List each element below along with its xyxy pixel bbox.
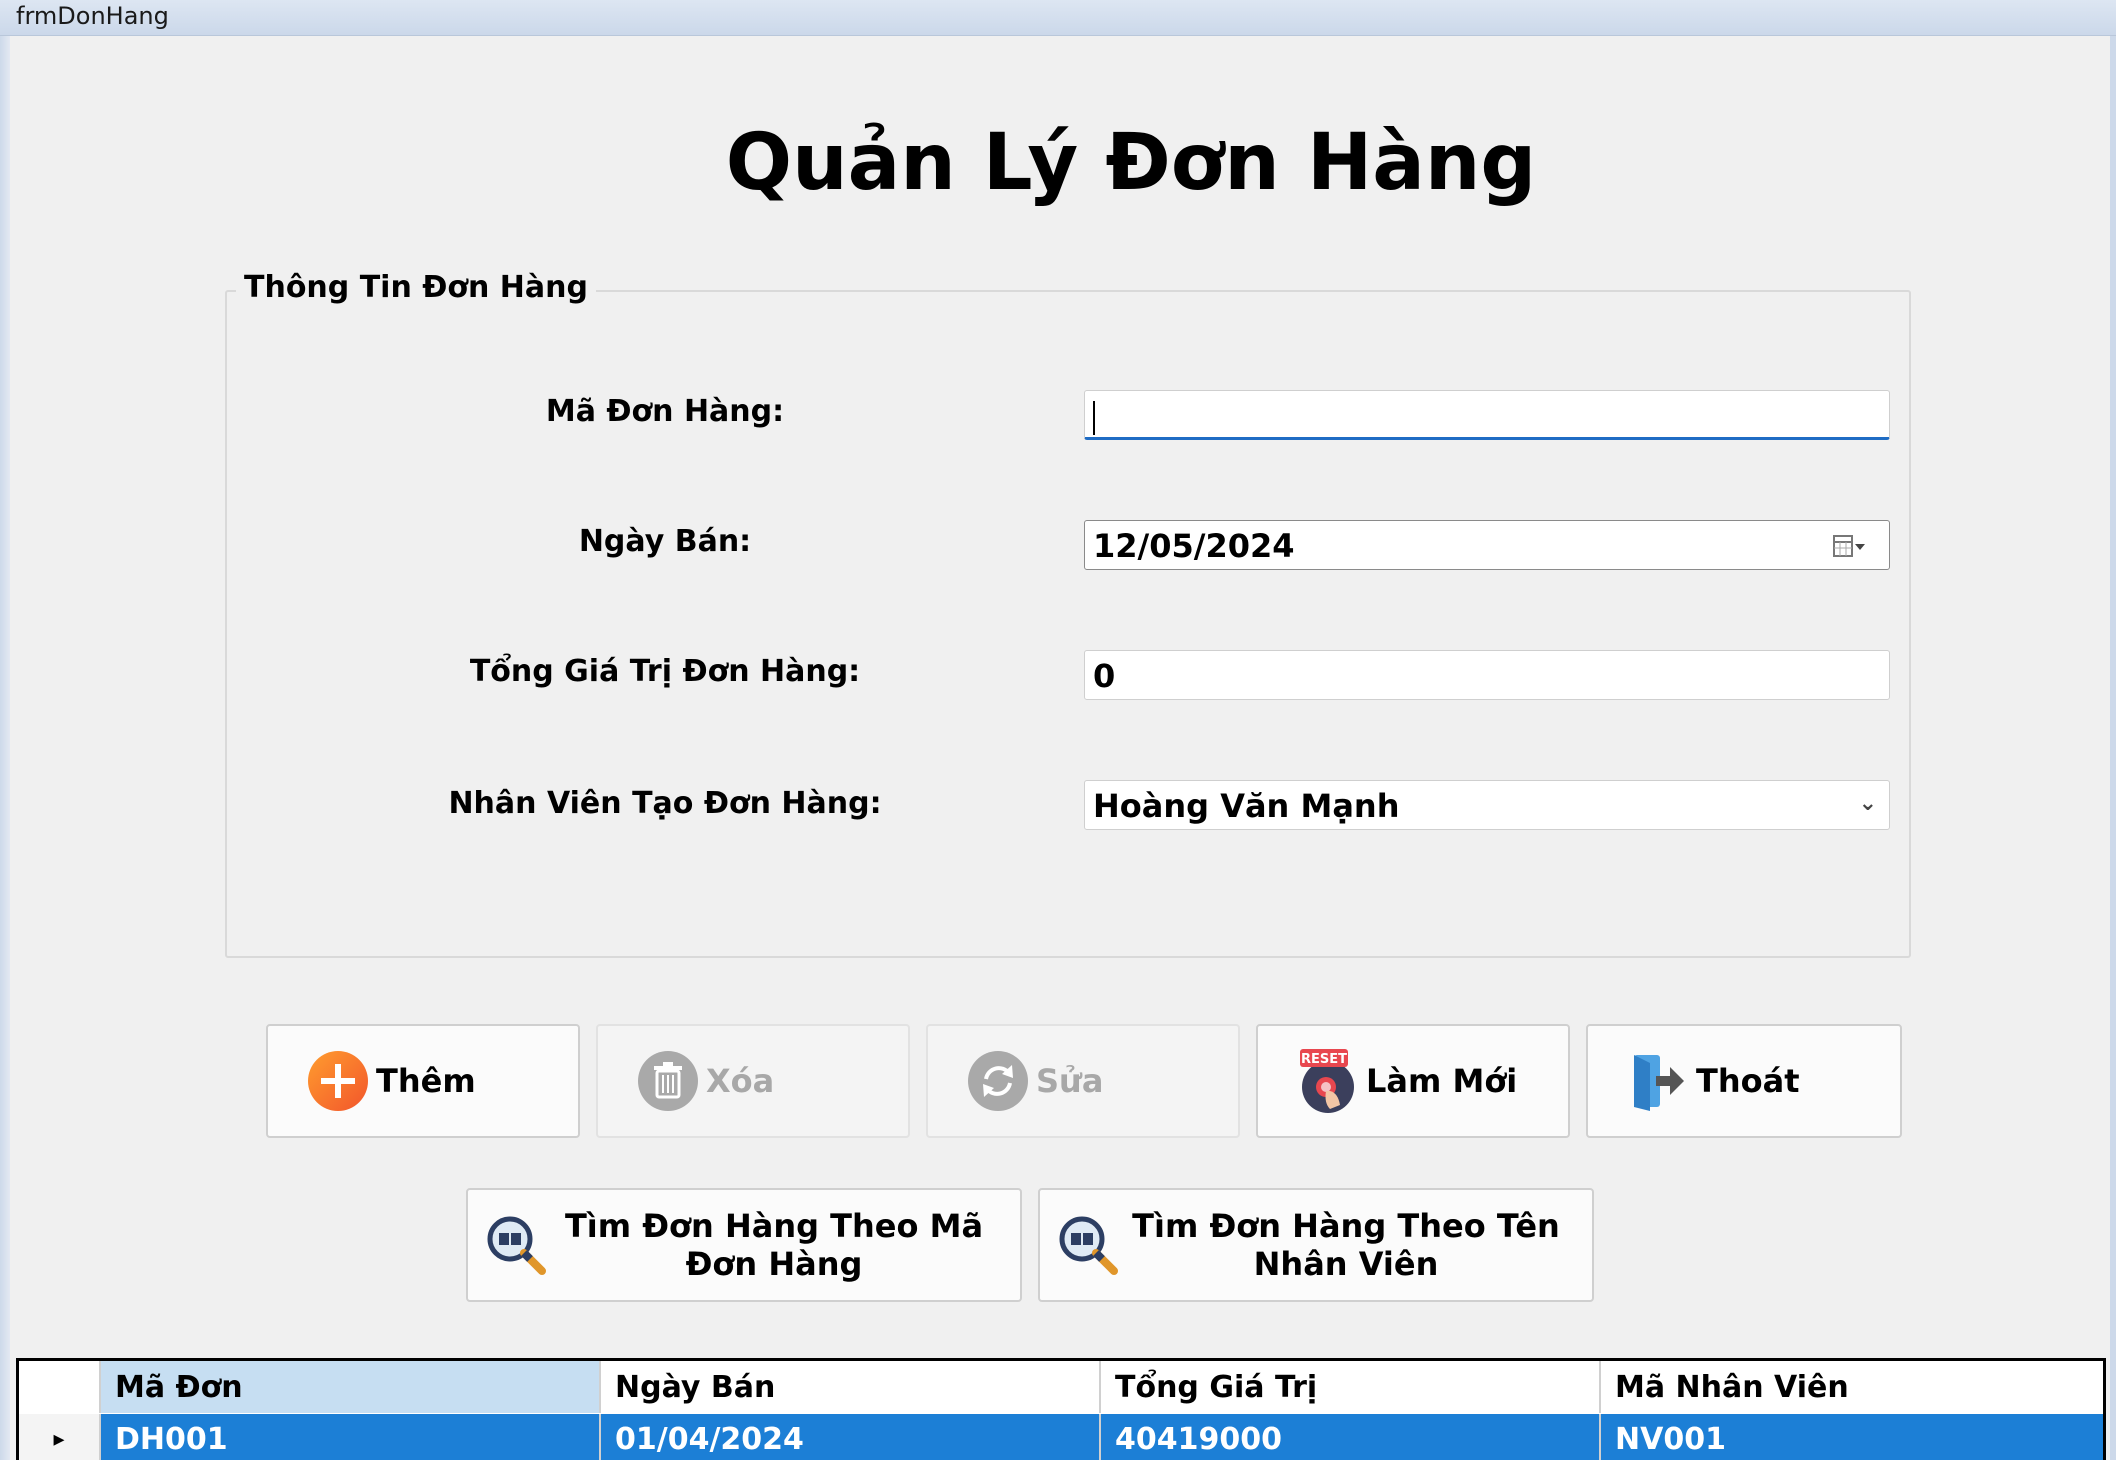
sale-date-value: 12/05/2024 (1093, 527, 1295, 565)
exit-door-icon (1634, 1055, 1684, 1111)
order-management-window: frmDonHang Quản Lý Đơn Hàng Thông Tin Đơ… (0, 0, 2116, 1460)
search-book-icon (487, 1216, 546, 1275)
add-button-label: Thêm (376, 1062, 476, 1100)
delete-button[interactable]: Xóa (596, 1024, 910, 1138)
window-frame-right (2110, 36, 2116, 1460)
page-title: Quản Lý Đơn Hàng (725, 118, 1537, 208)
plus-circle-icon (308, 1051, 368, 1111)
chevron-down-icon[interactable]: ⌄ (1859, 791, 1877, 816)
column-header-sale-date[interactable]: Ngày Bán (601, 1361, 1101, 1413)
trash-icon (638, 1051, 698, 1111)
exit-button[interactable]: Thoát (1586, 1024, 1902, 1138)
total-value-label: Tổng Giá Trị Đơn Hàng: (469, 654, 861, 689)
search-by-order-id-button[interactable]: Tìm Đơn Hàng Theo Mã Đơn Hàng (466, 1188, 1022, 1302)
calendar-dropdown-icon[interactable] (1833, 533, 1867, 559)
order-info-group-title: Thông Tin Đơn Hàng (236, 270, 596, 305)
order-id-label: Mã Đơn Hàng: (545, 394, 785, 429)
column-header-total[interactable]: Tổng Giá Trị (1101, 1361, 1601, 1413)
refresh-icon (968, 1051, 1028, 1111)
reset-icon: RESET (1300, 1049, 1354, 1113)
search-by-employee-label: Tìm Đơn Hàng Theo Tên Nhân Viên (1132, 1206, 1560, 1283)
add-button[interactable]: Thêm (266, 1024, 580, 1138)
column-header-employee-id[interactable]: Mã Nhân Viên (1601, 1361, 2103, 1413)
edit-button-label: Sửa (1036, 1062, 1104, 1100)
window-title: frmDonHang (16, 2, 169, 30)
window-frame-left (0, 36, 10, 1460)
reset-button-label: Làm Mới (1366, 1062, 1518, 1100)
reset-badge-text: RESET (1301, 1052, 1347, 1067)
search-by-order-id-label: Tìm Đơn Hàng Theo Mã Đơn Hàng (564, 1206, 984, 1283)
orders-grid[interactable]: Mã Đơn Ngày Bán Tổng Giá Trị Mã Nhân Viê… (16, 1358, 2106, 1460)
employee-selected-value: Hoàng Văn Mạnh (1093, 787, 1400, 825)
total-value-input[interactable]: 0 (1084, 650, 1890, 700)
employee-select[interactable]: Hoàng Văn Mạnh ⌄ (1084, 780, 1890, 830)
grid-corner-cell (19, 1361, 101, 1413)
employee-label: Nhân Viên Tạo Đơn Hàng: (448, 786, 882, 821)
order-id-input[interactable] (1084, 390, 1890, 440)
cell-employee-id[interactable]: NV001 (1601, 1414, 2103, 1460)
text-caret (1093, 401, 1095, 435)
cell-total[interactable]: 40419000 (1101, 1414, 1601, 1460)
grid-header-row: Mã Đơn Ngày Bán Tổng Giá Trị Mã Nhân Viê… (19, 1361, 2103, 1413)
row-selector-arrow-icon[interactable]: ▸ (19, 1414, 101, 1460)
sale-date-picker[interactable]: 12/05/2024 (1084, 520, 1890, 570)
edit-button[interactable]: Sửa (926, 1024, 1240, 1138)
reset-button[interactable]: RESET Làm Mới (1256, 1024, 1570, 1138)
delete-button-label: Xóa (706, 1062, 775, 1100)
search-book-icon (1059, 1216, 1118, 1275)
search-by-employee-button[interactable]: Tìm Đơn Hàng Theo Tên Nhân Viên (1038, 1188, 1594, 1302)
cell-order-id[interactable]: DH001 (101, 1414, 601, 1460)
table-row[interactable]: ▸ DH001 01/04/2024 40419000 NV001 (19, 1414, 2103, 1460)
sale-date-label: Ngày Bán: (578, 524, 752, 559)
title-bar: frmDonHang (0, 0, 2116, 36)
cell-sale-date[interactable]: 01/04/2024 (601, 1414, 1101, 1460)
exit-button-label: Thoát (1696, 1062, 1800, 1100)
column-header-order-id[interactable]: Mã Đơn (101, 1361, 601, 1413)
